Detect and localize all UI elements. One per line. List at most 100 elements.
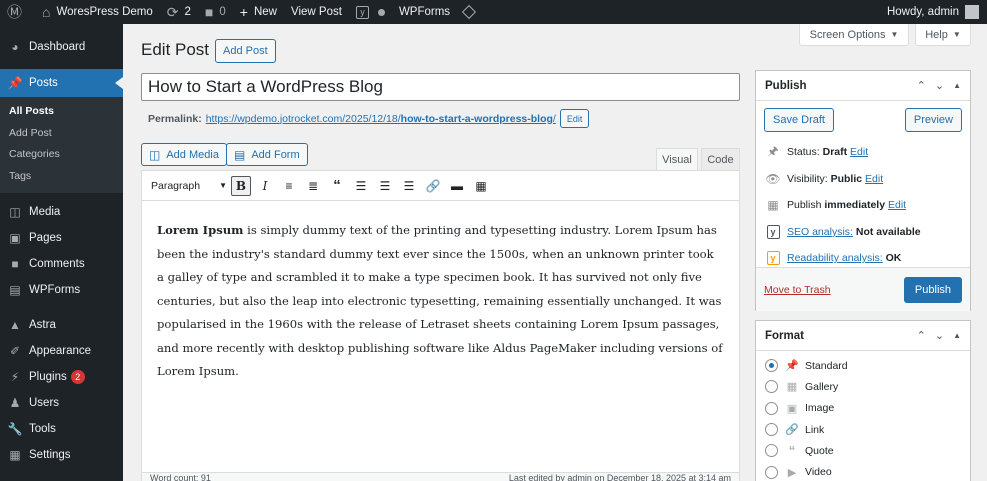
italic-button[interactable]: I <box>255 176 275 196</box>
publish-button[interactable]: Publish <box>903 276 962 303</box>
format-option-video[interactable]: ▶ Video <box>756 461 970 481</box>
radio-quote[interactable] <box>765 444 778 458</box>
permalink-edit-button[interactable]: Edit <box>559 109 590 128</box>
link-icon[interactable]: 🔗 <box>423 176 443 196</box>
my-account-link[interactable]: Howdy, admin <box>887 0 987 24</box>
astra-icon: ▲ <box>9 318 21 332</box>
help-button[interactable]: Help ▼ <box>915 24 971 46</box>
updates-icon: ⟳ <box>166 4 179 20</box>
sidebar-item-tools[interactable]: 🔧 Tools <box>0 416 123 442</box>
sidebar-item-media[interactable]: ◫ Media <box>0 199 123 225</box>
screen-options-button[interactable]: Screen Options ▼ <box>799 24 909 46</box>
page-title: Edit Post <box>141 40 210 59</box>
sidebar-item-pages[interactable]: ▣ Pages <box>0 225 123 251</box>
link-icon: 🔗 <box>785 424 799 437</box>
wpforms-link[interactable]: WPForms <box>392 0 457 24</box>
add-media-button[interactable]: ◫ Add Media <box>141 143 227 166</box>
sidebar-item-plugins[interactable]: ⚡ Plugins 2 <box>0 364 123 390</box>
new-content-link[interactable]: + New <box>233 0 284 24</box>
radio-image[interactable] <box>765 401 778 415</box>
brush-icon: ✐ <box>9 344 21 358</box>
editor-content[interactable]: Lorem Ipsum is simply dummy text of the … <box>142 201 739 384</box>
radio-gallery[interactable] <box>765 380 778 394</box>
add-post-button[interactable]: Add Post <box>215 39 276 63</box>
format-select[interactable]: Paragraph ▼ <box>147 176 231 196</box>
video-icon: ▶ <box>787 466 797 479</box>
status-dot-icon <box>377 8 385 16</box>
schedule-edit-link[interactable]: Edit <box>888 199 906 211</box>
align-right-icon[interactable]: ☰ <box>399 176 419 196</box>
move-up-icon[interactable]: ⌃ <box>917 329 926 342</box>
sidebar-item-comments[interactable]: ■ Comments <box>0 251 123 277</box>
sidebar-item-label: Pages <box>29 232 62 244</box>
submenu-all-posts[interactable]: All Posts <box>0 101 123 123</box>
seo-analysis-link[interactable]: SEO analysis: <box>787 226 853 238</box>
sidebar-item-settings[interactable]: ▦ Settings <box>0 442 123 468</box>
submenu-tags[interactable]: Tags <box>0 166 123 188</box>
media-icon: ◫ <box>9 205 21 219</box>
post-title-input[interactable]: How to Start a WordPress Blog <box>141 73 740 101</box>
submenu-add-post[interactable]: Add Post <box>0 123 123 145</box>
visibility-edit-link[interactable]: Edit <box>865 173 883 185</box>
sidebar-item-users[interactable]: ♟ Users <box>0 390 123 416</box>
move-down-icon[interactable]: ⌄ <box>935 79 944 92</box>
preview-button[interactable]: Preview <box>904 108 962 132</box>
radio-standard[interactable] <box>765 359 778 373</box>
format-option-image[interactable]: ▣ Image <box>756 398 970 419</box>
view-post-link[interactable]: View Post <box>284 0 349 24</box>
format-option-link[interactable]: 🔗 Link <box>756 419 970 440</box>
format-box-title: Format <box>765 329 804 342</box>
publish-box: Publish ⌃ ⌄ ▲ Save Draft Preview 🖈 Statu… <box>755 70 971 311</box>
format-option-gallery[interactable]: ▦ Gallery <box>756 376 970 397</box>
tab-visual[interactable]: Visual <box>656 148 698 170</box>
permalink-row: Permalink: https://wpdemo.jotrocket.com/… <box>148 109 590 128</box>
read-more-icon[interactable]: ▬ <box>447 176 467 196</box>
home-icon: ⌂ <box>42 4 51 20</box>
gallery-icon: ▦ <box>786 381 798 394</box>
comments-link[interactable]: ■ 0 <box>198 0 233 24</box>
sidebar-item-astra[interactable]: ▲ Astra <box>0 312 123 338</box>
add-form-button[interactable]: ▤ Add Form <box>226 143 308 166</box>
visibility-label: Visibility: <box>787 172 828 185</box>
bold-button[interactable]: B <box>231 175 251 196</box>
radio-video[interactable] <box>765 465 778 479</box>
submenu-categories[interactable]: Categories <box>0 144 123 166</box>
yoast-link[interactable]: y <box>349 0 392 24</box>
wpforms-label: WPForms <box>398 6 451 18</box>
status-label: Status: <box>787 146 820 159</box>
collapse-icon[interactable]: ▲ <box>953 81 961 90</box>
diamond-menu-link[interactable] <box>457 0 481 24</box>
blockquote-icon[interactable]: “ <box>327 176 347 196</box>
align-left-icon[interactable]: ☰ <box>351 176 371 196</box>
radio-link[interactable] <box>765 423 778 437</box>
bulleted-list-icon[interactable]: ≡ <box>279 176 299 196</box>
align-center-icon[interactable]: ☰ <box>375 176 395 196</box>
move-to-trash-link[interactable]: Move to Trash <box>764 284 831 296</box>
wp-logo-button[interactable]: Ⓜ <box>0 0 35 24</box>
yoast-seo-icon: y <box>766 224 780 239</box>
move-up-icon[interactable]: ⌃ <box>917 79 926 92</box>
format-select-value: Paragraph <box>151 179 201 192</box>
sidebar-item-posts[interactable]: 📌 Posts <box>0 69 123 97</box>
format-options: 📌 Standard ▦ Gallery ▣ Image 🔗 Link “ Qu… <box>756 351 970 481</box>
format-option-quote[interactable]: “ Quote <box>756 440 970 461</box>
move-down-icon[interactable]: ⌄ <box>935 329 944 342</box>
format-option-standard[interactable]: 📌 Standard <box>756 355 970 376</box>
save-draft-button[interactable]: Save Draft <box>764 108 834 132</box>
readability-analysis-link[interactable]: Readability analysis: <box>787 252 883 264</box>
site-name-link[interactable]: ⌂ WoresPress Demo <box>35 0 160 24</box>
seo-analysis-value: Not available <box>855 225 921 238</box>
toolbar-toggle-icon[interactable]: ▦ <box>471 176 491 196</box>
permalink-link[interactable]: https://wpdemo.jotrocket.com/2025/12/18/… <box>206 113 556 125</box>
sidebar-item-dashboard[interactable]: ◕ Dashboard <box>0 33 123 60</box>
sidebar-item-label: Settings <box>29 449 71 461</box>
status-edit-link[interactable]: Edit <box>850 146 868 158</box>
comment-icon: ■ <box>11 257 19 271</box>
tab-code[interactable]: Code <box>701 148 740 170</box>
numbered-list-icon[interactable]: ≣ <box>303 176 323 196</box>
sidebar-item-appearance[interactable]: ✐ Appearance <box>0 338 123 364</box>
caret-down-icon: ▼ <box>952 30 961 39</box>
updates-link[interactable]: ⟳ 2 <box>160 0 198 24</box>
sidebar-item-wpforms[interactable]: ▤ WPForms <box>0 277 123 303</box>
collapse-icon[interactable]: ▲ <box>953 331 961 340</box>
